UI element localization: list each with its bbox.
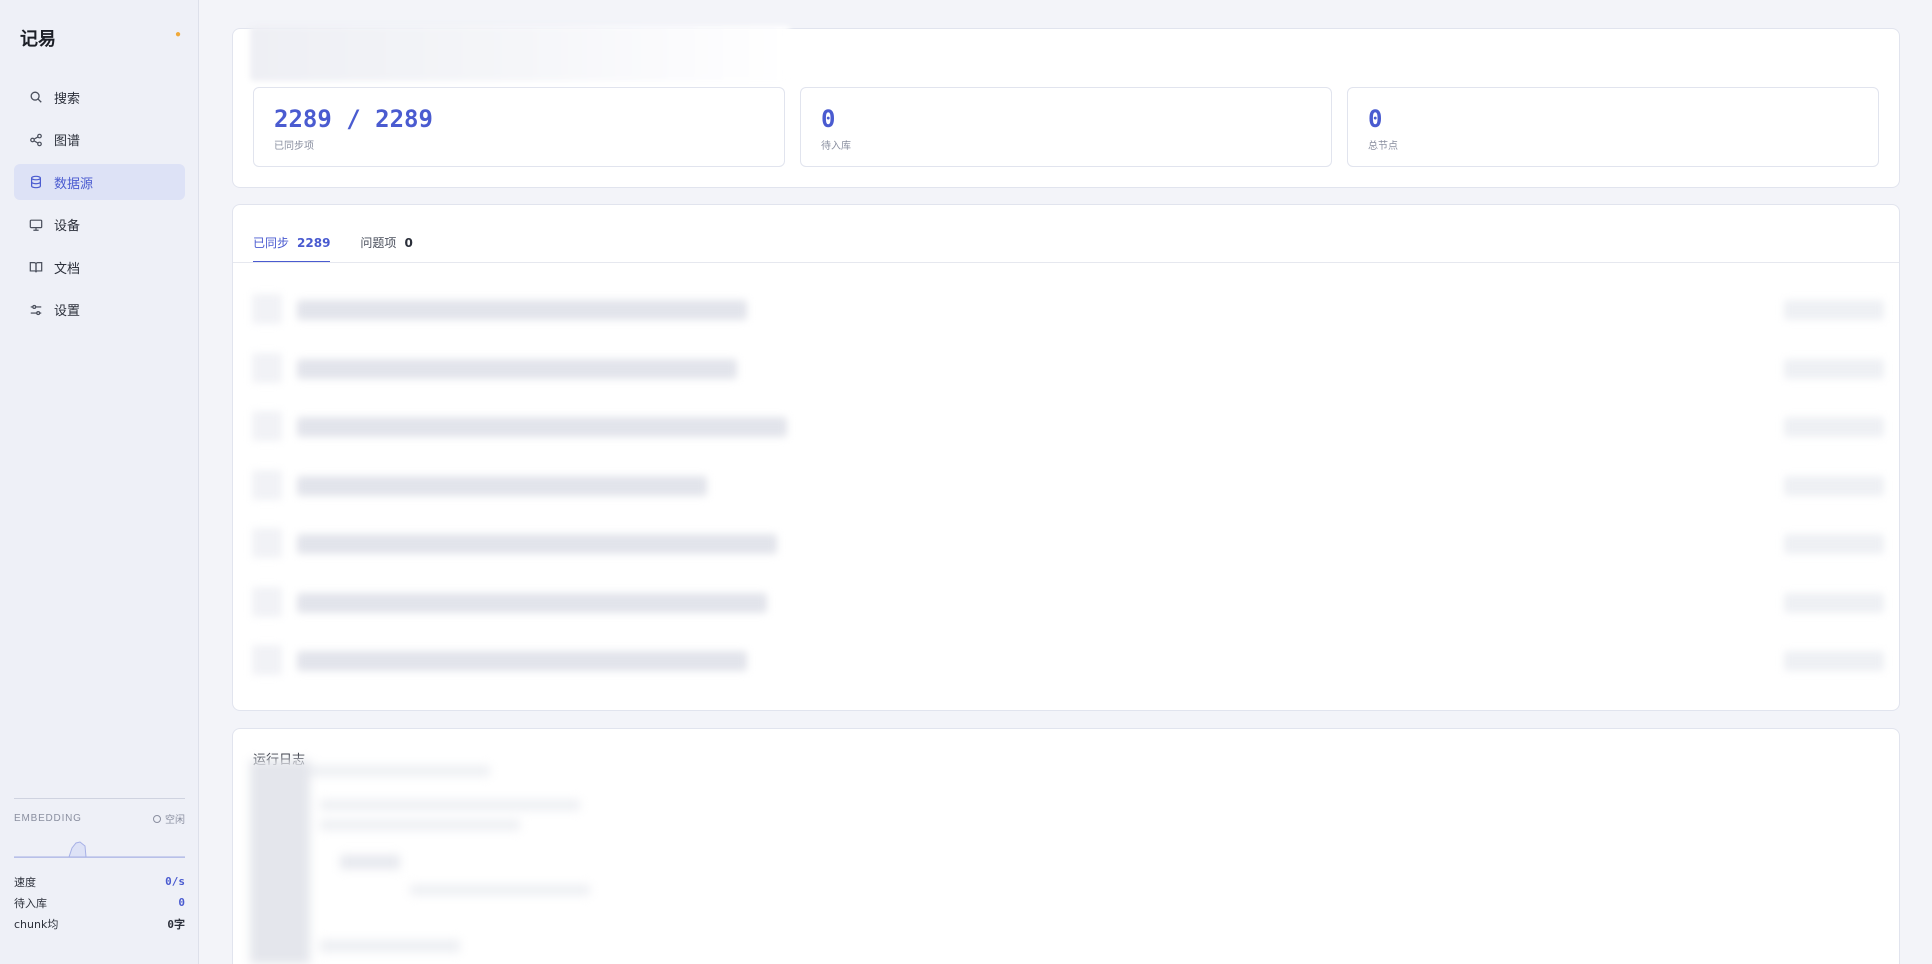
sidebar-item-datasource[interactable]: 数据源 xyxy=(14,164,185,200)
embedding-title: EMBEDDING xyxy=(14,813,82,824)
stat-synced: 2289 / 2289 已同步项 xyxy=(253,87,785,167)
sidebar-item-settings[interactable]: 设置 xyxy=(14,292,185,328)
list-item[interactable] xyxy=(252,458,1884,517)
stat-label: 已同步项 xyxy=(274,141,314,152)
list-item[interactable] xyxy=(252,341,1884,400)
embedding-panel: EMBEDDING 空闲 速度 0/s 待入库 0 chunk均 0字 xyxy=(14,798,185,934)
share-icon xyxy=(29,133,43,147)
embedding-sparkline xyxy=(14,841,185,858)
sidebar-item-label: 设备 xyxy=(54,219,81,234)
metric-value: 0字 xyxy=(167,917,185,931)
stat-label: 待入库 xyxy=(821,141,851,152)
tab-count: 2289 xyxy=(297,236,331,250)
divider xyxy=(233,262,1899,263)
metric-chunk-avg: chunk均 0字 xyxy=(14,913,185,934)
list-item[interactable] xyxy=(252,516,1884,575)
sidebar: 记易 ● 搜索 图谱 数据源 设备 文档 设置 EMBEDDING 空闲 速度 … xyxy=(0,0,199,964)
embedding-status: 空闲 xyxy=(153,811,185,826)
sidebar-nav: 搜索 图谱 数据源 设备 文档 设置 xyxy=(14,79,185,334)
stat-value: 0 xyxy=(821,105,836,133)
tab-synced[interactable]: 已同步 2289 xyxy=(253,228,331,263)
redacted-item-list xyxy=(252,282,1884,677)
stat-pending: 0 待入库 xyxy=(800,87,1332,167)
stat-label: 总节点 xyxy=(1368,141,1398,152)
status-ring-icon xyxy=(153,814,161,823)
list-item[interactable] xyxy=(252,282,1884,341)
sidebar-item-label: 文档 xyxy=(54,261,81,277)
metric-label: 速度 xyxy=(14,875,36,889)
metric-pending: 待入库 0 xyxy=(14,892,185,913)
sidebar-item-devices[interactable]: 设备 xyxy=(14,207,185,243)
metric-label: 待入库 xyxy=(14,896,47,910)
divider xyxy=(14,798,185,799)
list-item[interactable] xyxy=(252,575,1884,634)
list-item[interactable] xyxy=(252,633,1884,692)
sliders-icon xyxy=(29,303,43,317)
sidebar-item-graph[interactable]: 图谱 xyxy=(14,122,185,158)
metric-label: chunk均 xyxy=(14,917,59,931)
tab-count: 0 xyxy=(404,236,413,250)
search-icon xyxy=(29,90,43,104)
list-item[interactable] xyxy=(252,399,1884,458)
metric-speed: 速度 0/s xyxy=(14,871,185,892)
monitor-icon xyxy=(29,218,43,232)
embedding-status-label: 空闲 xyxy=(165,815,185,826)
sidebar-item-label: 数据源 xyxy=(54,176,94,192)
tab-label: 已同步 xyxy=(253,236,290,250)
stat-value: 2289 / 2289 xyxy=(274,105,433,133)
sidebar-item-search[interactable]: 搜索 xyxy=(14,79,185,115)
redacted-log-content xyxy=(250,760,590,964)
sidebar-item-docs[interactable]: 文档 xyxy=(14,249,185,285)
tab-label: 问题项 xyxy=(360,236,397,250)
stat-total-nodes: 0 总节点 xyxy=(1347,87,1879,167)
sidebar-item-label: 搜索 xyxy=(54,91,81,107)
metric-value: 0/s xyxy=(165,875,185,888)
theme-toggle-icon[interactable]: ● xyxy=(175,30,185,40)
app-title: 记易 xyxy=(20,29,56,50)
tab-bar: 已同步 2289 问题项 0 xyxy=(253,228,443,263)
book-icon xyxy=(29,260,43,274)
stat-value: 0 xyxy=(1368,105,1383,133)
database-icon xyxy=(29,175,43,189)
metric-value: 0 xyxy=(178,896,185,909)
sidebar-item-label: 图谱 xyxy=(54,134,81,149)
sidebar-item-label: 设置 xyxy=(54,304,81,319)
tab-issues[interactable]: 问题项 0 xyxy=(360,228,412,263)
redacted-header xyxy=(250,26,790,81)
